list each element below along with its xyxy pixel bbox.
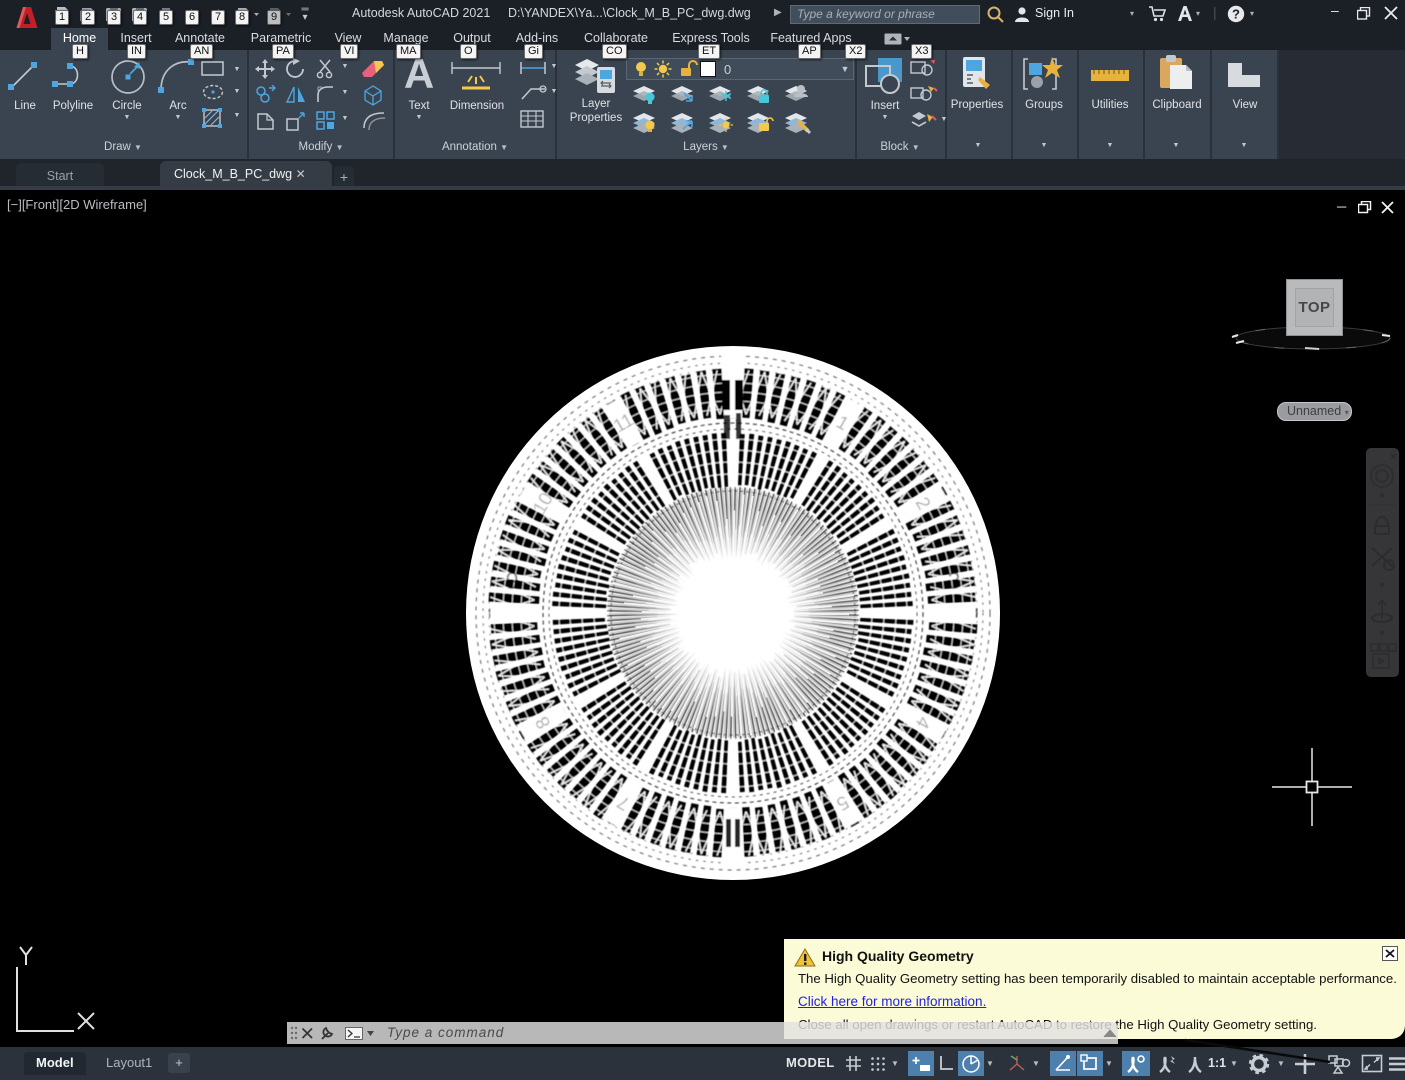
svg-text:3: 3 [947,568,960,595]
svg-text:9: 9 [505,568,518,595]
svg-text:?: ? [1232,7,1240,22]
